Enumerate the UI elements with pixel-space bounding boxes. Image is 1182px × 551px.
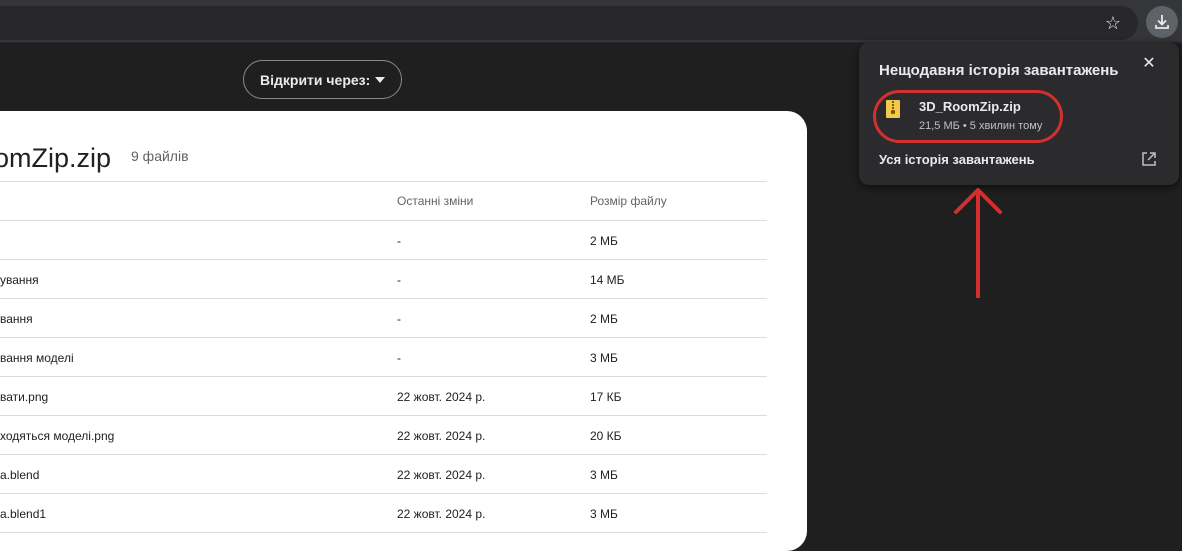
row-size: 20 КБ bbox=[590, 429, 622, 443]
row-size: 2 МБ bbox=[590, 312, 618, 326]
row-size: 3 МБ bbox=[590, 351, 618, 365]
row-name: вання bbox=[0, 312, 33, 326]
row-modified: - bbox=[397, 351, 401, 365]
open-in-new-icon[interactable] bbox=[1141, 151, 1157, 167]
table-divider bbox=[0, 415, 767, 416]
caret-down-icon bbox=[375, 77, 385, 83]
file-count: 9 файлів bbox=[131, 148, 189, 164]
row-modified: 22 жовт. 2024 р. bbox=[397, 429, 486, 443]
zip-file-icon bbox=[886, 100, 900, 118]
row-size: 3 МБ bbox=[590, 507, 618, 521]
download-button[interactable] bbox=[1146, 6, 1178, 38]
row-modified: - bbox=[397, 312, 401, 326]
row-name: вання моделі bbox=[0, 351, 74, 365]
row-modified: - bbox=[397, 273, 401, 287]
row-modified: 22 жовт. 2024 р. bbox=[397, 507, 486, 521]
table-divider bbox=[0, 532, 767, 533]
star-icon[interactable]: ☆ bbox=[1103, 13, 1123, 33]
open-with-label: Відкрити через: bbox=[260, 71, 371, 88]
row-size: 14 МБ bbox=[590, 273, 625, 287]
address-bar[interactable] bbox=[0, 6, 1138, 40]
table-divider bbox=[0, 337, 767, 338]
table-divider bbox=[0, 376, 767, 377]
table-divider bbox=[0, 454, 767, 455]
full-history-link[interactable]: Уся історія завантажень bbox=[879, 152, 1035, 167]
download-item-meta: 21,5 МБ • 5 хвилин тому bbox=[919, 120, 1043, 132]
red-arrow-annotation bbox=[954, 188, 1002, 298]
open-with-button[interactable]: Відкрити через: bbox=[243, 60, 402, 99]
row-name: ування bbox=[0, 273, 39, 287]
archive-name: omZip.zip bbox=[0, 143, 112, 173]
table-divider bbox=[0, 220, 767, 221]
archive-title: omZip.zip bbox=[0, 143, 111, 174]
row-name: вати.png bbox=[0, 390, 49, 404]
table-divider bbox=[0, 298, 767, 299]
table-divider bbox=[0, 493, 767, 494]
archive-card bbox=[0, 111, 807, 551]
row-size: 2 МБ bbox=[590, 234, 618, 248]
browser-toolbar: ☆ bbox=[0, 6, 1182, 42]
table-divider bbox=[0, 181, 767, 182]
column-header-modified: Останні зміни bbox=[397, 194, 474, 208]
row-name: ходяться моделі.png bbox=[0, 429, 115, 443]
table-divider bbox=[0, 259, 767, 260]
row-name: a.blend bbox=[0, 468, 40, 482]
column-header-size: Розмір файлу bbox=[590, 194, 667, 208]
download-item-name[interactable]: 3D_RoomZip.zip bbox=[919, 99, 1021, 114]
downloads-popup: Нещодавня історія завантажень ✕ 3D_RoomZ… bbox=[859, 42, 1179, 185]
row-name: a.blend1 bbox=[0, 507, 47, 521]
row-size: 17 КБ bbox=[590, 390, 622, 404]
row-modified: 22 жовт. 2024 р. bbox=[397, 390, 486, 404]
popup-title: Нещодавня історія завантажень bbox=[879, 62, 1119, 79]
row-size: 3 МБ bbox=[590, 468, 618, 482]
row-modified: 22 жовт. 2024 р. bbox=[397, 468, 486, 482]
download-icon bbox=[1155, 15, 1169, 29]
row-modified: - bbox=[397, 234, 401, 248]
highlight-circle bbox=[873, 90, 1063, 143]
close-icon[interactable]: ✕ bbox=[1141, 56, 1157, 72]
